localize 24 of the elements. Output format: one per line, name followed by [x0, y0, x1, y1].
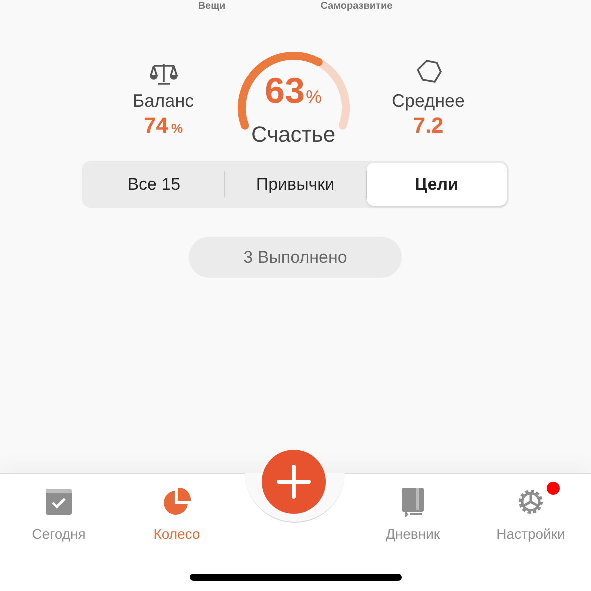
happiness-value: 63% — [264, 72, 322, 113]
balance-label: Баланс — [132, 90, 194, 113]
gear-icon — [516, 487, 546, 517]
balance-value: 74% — [144, 115, 184, 140]
tab-bar-item[interactable]: Настройки — [472, 486, 590, 545]
polygon-icon — [414, 58, 442, 86]
happiness-label: Счастье — [251, 121, 336, 149]
average-label: Среднее — [392, 90, 466, 113]
pie-chart-icon — [162, 487, 192, 517]
add-button[interactable] — [262, 450, 326, 514]
book-icon — [400, 487, 426, 517]
tab-bar-item[interactable]: Сегодня — [0, 486, 118, 545]
tab-bar-item[interactable]: Колесо — [118, 486, 236, 545]
scales-icon — [150, 62, 178, 86]
calendar-check-icon — [45, 488, 73, 516]
category-label: Саморазвитие — [320, 0, 393, 13]
average-value: 7.2 — [413, 115, 444, 137]
segment-tab[interactable]: Привычки — [225, 171, 366, 198]
completed-button[interactable]: 3 Выполнено — [189, 237, 402, 278]
category-label: Вещи — [198, 0, 226, 13]
plus-icon — [277, 465, 311, 499]
tab-bar-item[interactable]: Дневник — [354, 486, 472, 545]
segment-tab[interactable]: Все 15 — [84, 163, 224, 206]
segment-tab[interactable]: Цели — [366, 163, 507, 206]
